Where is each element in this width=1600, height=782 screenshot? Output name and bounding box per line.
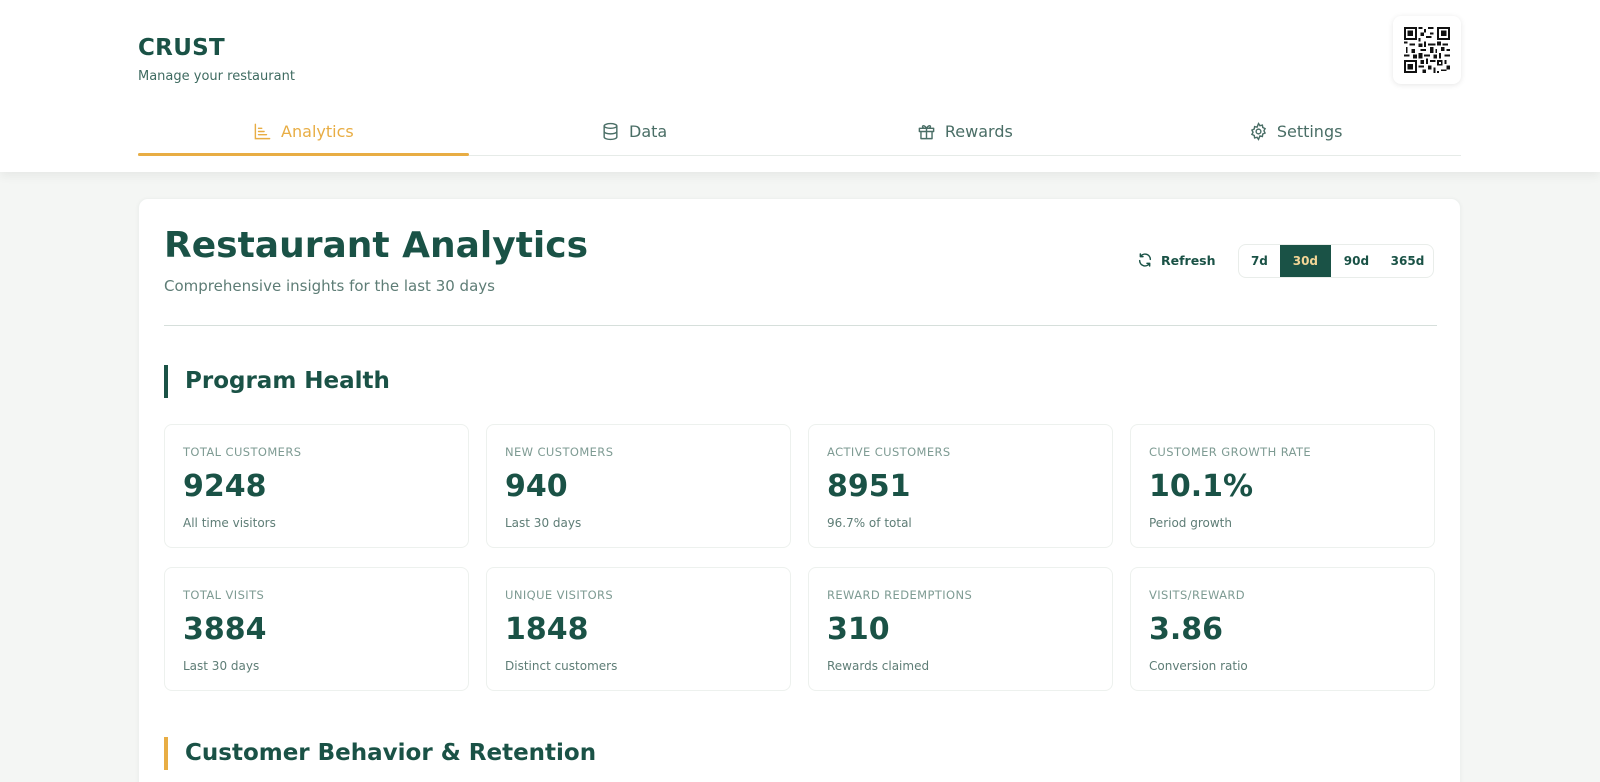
date-range-selector: 7d 30d 90d 365d	[1238, 244, 1434, 278]
stat-card-new-customers: NEW CUSTOMERS 940 Last 30 days	[486, 424, 791, 548]
stat-note: Rewards claimed	[827, 659, 930, 673]
tab-settings[interactable]: Settings	[1130, 108, 1461, 155]
tab-data[interactable]: Data	[469, 108, 800, 155]
brand-subtitle: Manage your restaurant	[138, 69, 295, 84]
section-title-behavior: Customer Behavior & Retention	[164, 737, 596, 770]
stat-card-unique-visitors: UNIQUE VISITORS 1848 Distinct customers	[486, 567, 791, 691]
stat-value: 9248	[183, 469, 267, 504]
stat-label: ACTIVE CUSTOMERS	[827, 445, 951, 459]
tab-analytics[interactable]: Analytics	[138, 108, 469, 156]
chart-icon	[254, 123, 271, 140]
stat-card-growth-rate: CUSTOMER GROWTH RATE 10.1% Period growth	[1130, 424, 1435, 548]
gear-icon	[1250, 122, 1266, 141]
range-30d[interactable]: 30d	[1279, 245, 1331, 277]
stat-note: Last 30 days	[505, 516, 582, 530]
stat-note: Conversion ratio	[1149, 659, 1248, 673]
qr-code-button[interactable]	[1393, 16, 1461, 84]
analytics-panel: Restaurant Analytics Comprehensive insig…	[138, 198, 1461, 782]
stat-value: 1848	[505, 612, 589, 647]
stat-value: 3.86	[1149, 612, 1224, 647]
page-subtitle: Comprehensive insights for the last 30 d…	[164, 277, 495, 295]
stat-label: REWARD REDEMPTIONS	[827, 588, 973, 602]
stat-label: UNIQUE VISITORS	[505, 588, 614, 602]
stat-note: 96.7% of total	[827, 516, 912, 530]
range-90d[interactable]: 90d	[1331, 245, 1382, 277]
range-365d[interactable]: 365d	[1382, 245, 1433, 277]
tab-rewards-label: Rewards	[944, 122, 1013, 141]
refresh-icon	[1138, 253, 1152, 267]
page-title: Restaurant Analytics	[164, 225, 589, 266]
stat-value: 940	[505, 469, 568, 504]
section-title-program-health: Program Health	[164, 365, 390, 398]
stat-card-total-visits: TOTAL VISITS 3884 Last 30 days	[164, 567, 469, 691]
tab-analytics-label: Analytics	[281, 122, 354, 141]
stat-label: TOTAL CUSTOMERS	[183, 445, 302, 459]
stat-card-total-customers: TOTAL CUSTOMERS 9248 All time visitors	[164, 424, 469, 548]
stat-note: All time visitors	[183, 516, 276, 530]
stat-value: 3884	[183, 612, 267, 647]
stat-label: TOTAL VISITS	[183, 588, 265, 602]
header-divider	[164, 325, 1437, 326]
refresh-label: Refresh	[1161, 252, 1216, 268]
brand-title: CRUST	[138, 35, 226, 61]
stat-card-visits-per-reward: VISITS/REWARD 3.86 Conversion ratio	[1130, 567, 1435, 691]
stat-label: CUSTOMER GROWTH RATE	[1149, 445, 1312, 459]
range-7d[interactable]: 7d	[1239, 245, 1280, 277]
tab-data-label: Data	[629, 122, 668, 141]
tab-settings-label: Settings	[1276, 122, 1343, 141]
stat-label: NEW CUSTOMERS	[505, 445, 614, 459]
refresh-button[interactable]: Refresh	[1137, 247, 1216, 273]
stat-card-active-customers: ACTIVE CUSTOMERS 8951 96.7% of total	[808, 424, 1113, 548]
qr-code-icon	[1404, 27, 1450, 73]
stat-note: Last 30 days	[183, 659, 260, 673]
tab-rewards[interactable]: Rewards	[800, 108, 1131, 155]
stat-value: 310	[827, 612, 890, 647]
app-header: CRUST Manage your restaurant Analytics D…	[0, 0, 1600, 172]
gift-icon	[918, 125, 935, 140]
stat-note: Distinct customers	[505, 659, 618, 673]
stat-card-reward-redemptions: REWARD REDEMPTIONS 310 Rewards claimed	[808, 567, 1113, 691]
main-tabs: Analytics Data Rewards Settings	[138, 108, 1461, 156]
stat-value: 10.1%	[1149, 469, 1254, 504]
stat-value: 8951	[827, 469, 911, 504]
stat-note: Period growth	[1149, 516, 1232, 530]
stat-label: VISITS/REWARD	[1149, 588, 1246, 602]
database-icon	[603, 122, 618, 141]
